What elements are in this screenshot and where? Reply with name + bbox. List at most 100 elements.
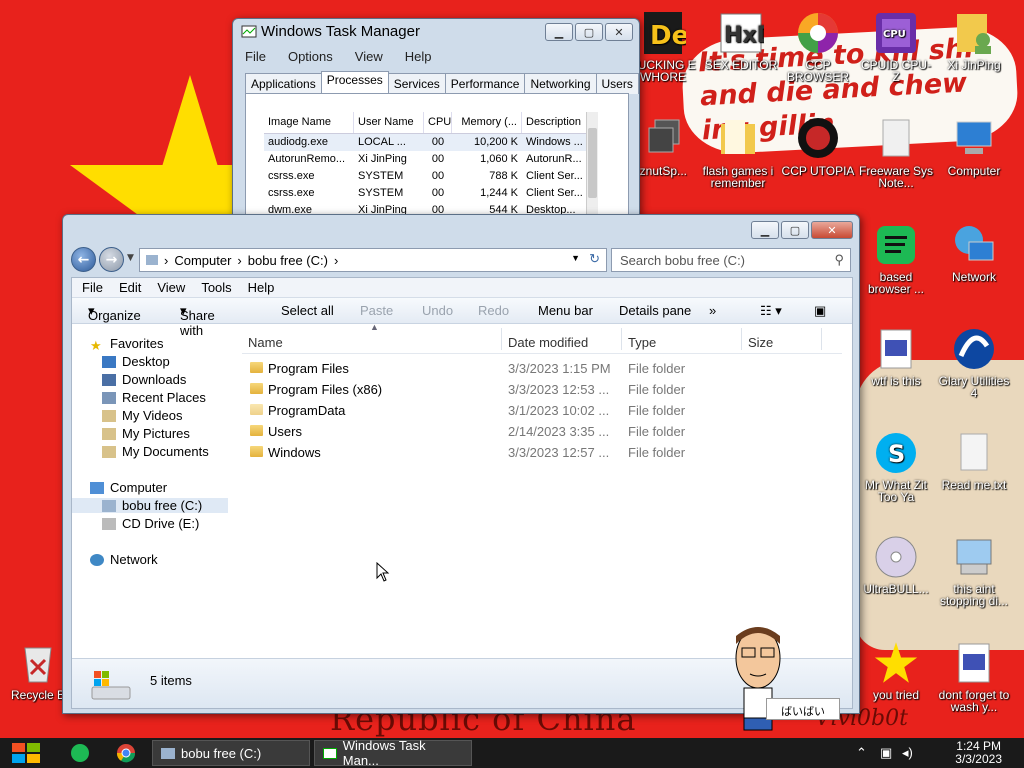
undo-button[interactable]: Undo [422,303,453,318]
tab-processes[interactable]: Processes [320,71,389,94]
paste-button[interactable]: Paste [360,303,393,318]
tab-networking[interactable]: Networking [524,73,597,94]
column-cpu[interactable]: CPU [424,112,452,133]
column-divider[interactable] [501,328,502,350]
nav-computer[interactable]: Computer [90,480,167,495]
close-button[interactable]: ✕ [811,221,853,239]
tab-applications[interactable]: Applications [245,73,322,94]
column-divider[interactable] [741,328,742,350]
organize-button[interactable]: Organize ▾ [88,303,141,323]
forward-button[interactable]: → [99,247,124,272]
tab-users[interactable]: Users [595,73,639,94]
nav-my-documents[interactable]: My Documents [102,444,209,459]
desktop-icon-readme[interactable]: Read me.txt [936,430,1012,491]
nav-downloads[interactable]: Downloads [102,372,186,387]
address-dropdown-icon[interactable]: ▼ [571,253,580,263]
desktop-icon-ultrabull[interactable]: UltraBULL... [858,534,934,595]
menu-edit[interactable]: Edit [119,280,141,295]
more-commands-button[interactable]: » [709,303,716,318]
desktop-icon-cpuz[interactable]: CPU CPUID CPU-Z [858,10,934,83]
process-list-scrollbar[interactable] [586,112,598,227]
desktop-icon-you-tried[interactable]: you tried [858,640,934,701]
desktop-icon-ccp-utopia[interactable]: CCP UTOPIA [780,116,856,177]
details-pane-button[interactable]: Details pane [619,303,691,318]
table-row[interactable]: csrss.exe SYSTEM 00 1,244 K Client Ser... [264,185,594,202]
menu-file[interactable]: File [245,49,266,64]
table-row[interactable]: csrss.exe SYSTEM 00 788 K Client Ser... [264,168,594,185]
desktop-icon-sex-editor[interactable]: HxD SEX EDITOR [703,10,779,71]
task-manager-window[interactable]: Windows Task Manager ▁ ▢ ✕ File Options … [232,18,640,229]
menu-view[interactable]: View [157,280,185,295]
column-user-name[interactable]: User Name [354,112,424,133]
table-row[interactable]: audiodg.exe LOCAL ... 00 10,200 K Windows ..… [264,134,594,151]
list-item[interactable]: Program Files 3/3/2023 1:15 PM File fold… [250,358,840,379]
taskbar-chrome[interactable] [116,740,136,766]
desktop-icon-network[interactable]: Network [936,222,1012,283]
back-button[interactable]: ← [71,247,96,272]
nav-drive-e[interactable]: CD Drive (E:) [102,516,199,531]
column-type[interactable]: Type [628,335,656,350]
column-divider[interactable] [821,328,822,350]
desktop-icon-dont-forget[interactable]: dont forget to wash y... [936,640,1012,713]
maximize-button[interactable]: ▢ [781,221,809,239]
preview-pane-icon[interactable]: ▣ [814,303,826,319]
tray-volume-icon[interactable]: ◂) [902,740,913,766]
select-all-button[interactable]: Select all [281,303,334,318]
explorer-titlebar[interactable]: ▁ ▢ ✕ [63,215,859,241]
menu-help[interactable]: Help [405,49,432,64]
list-item[interactable]: Users 2/14/2023 3:35 ... File folder [250,421,840,442]
menu-options[interactable]: Options [288,49,333,64]
search-icon[interactable]: ⚲ [834,252,844,268]
breadcrumb-computer[interactable]: Computer [174,253,231,268]
desktop-icon-wtf[interactable]: wtf is this [858,326,934,387]
nav-drive-c[interactable]: bobu free (C:) [72,498,228,513]
system-clock[interactable]: 1:24 PM 3/3/2023 [955,740,1002,766]
list-item[interactable]: Program Files (x86) 3/3/2023 12:53 ... F… [250,379,840,400]
nav-my-videos[interactable]: My Videos [102,408,182,423]
start-button[interactable] [10,740,42,766]
taskbar-task-manager[interactable]: Windows Task Man... [314,738,472,768]
redo-button[interactable]: Redo [478,303,509,318]
nav-recent-places[interactable]: Recent Places [102,390,206,405]
desktop-icon-not-stopping[interactable]: this aint stopping di... [936,534,1012,607]
tray-network-icon[interactable]: ▣ [880,740,892,766]
breadcrumb-drive[interactable]: bobu free (C:) [248,253,328,268]
scrollbar-thumb[interactable] [588,128,597,198]
tab-services[interactable]: Services [387,73,446,94]
minimize-button[interactable]: ▁ [751,221,779,239]
tray-overflow-icon[interactable]: ⌃ [856,740,867,766]
address-bar[interactable]: › Computer › bobu free (C:) › ▼ ↻ [139,248,607,272]
list-item[interactable]: ProgramData 3/1/2023 10:02 ... File fold… [250,400,840,421]
table-row[interactable]: AutorunRemo... Xi JinPing 00 1,060 K Autorun… [264,151,594,168]
refresh-icon[interactable]: ↻ [589,251,600,267]
desktop-icon-xi-jinping[interactable]: Xi JinPing [936,10,1012,71]
desktop-icon-ccp-browser[interactable]: CCP BROWSER [780,10,856,83]
desktop-icon-glary[interactable]: Glary Utilities 4 [936,326,1012,399]
nav-favorites[interactable]: ★ Favorites [90,336,163,353]
desktop-icon-freeware[interactable]: Freeware Sys Note... [858,116,934,189]
menu-help[interactable]: Help [248,280,275,295]
tab-performance[interactable]: Performance [444,73,526,94]
view-options-icon[interactable]: ☷ ▾ [760,303,782,319]
task-manager-titlebar[interactable]: Windows Task Manager ▁ ▢ ✕ [233,19,639,45]
column-divider[interactable] [621,328,622,350]
column-memory[interactable]: Memory (... [452,112,522,133]
share-with-button[interactable]: Share with ▾ [180,303,215,338]
column-date-modified[interactable]: Date modified [508,335,588,350]
nav-desktop[interactable]: Desktop [102,354,170,369]
desktop-icon-flash-games[interactable]: flash games i remember [700,116,776,189]
column-image-name[interactable]: Image Name [264,112,354,133]
column-description[interactable]: Description [522,112,594,133]
nav-my-pictures[interactable]: My Pictures [102,426,190,441]
list-item[interactable]: Windows 3/3/2023 12:57 ... File folder [250,442,840,463]
menu-file[interactable]: File [82,280,103,295]
desktop-icon-based-browser[interactable]: based browser ... [858,222,934,295]
search-input[interactable]: Search bobu free (C:) ⚲ [611,248,851,272]
menu-bar-button[interactable]: Menu bar [538,303,593,318]
column-size[interactable]: Size [748,335,773,350]
minimize-button[interactable]: ▁ [545,23,573,41]
recent-pages-chevron-icon[interactable]: ▼ [127,253,134,263]
menu-tools[interactable]: Tools [201,280,231,295]
close-button[interactable]: ✕ [605,23,633,41]
column-name[interactable]: Name [248,335,283,350]
